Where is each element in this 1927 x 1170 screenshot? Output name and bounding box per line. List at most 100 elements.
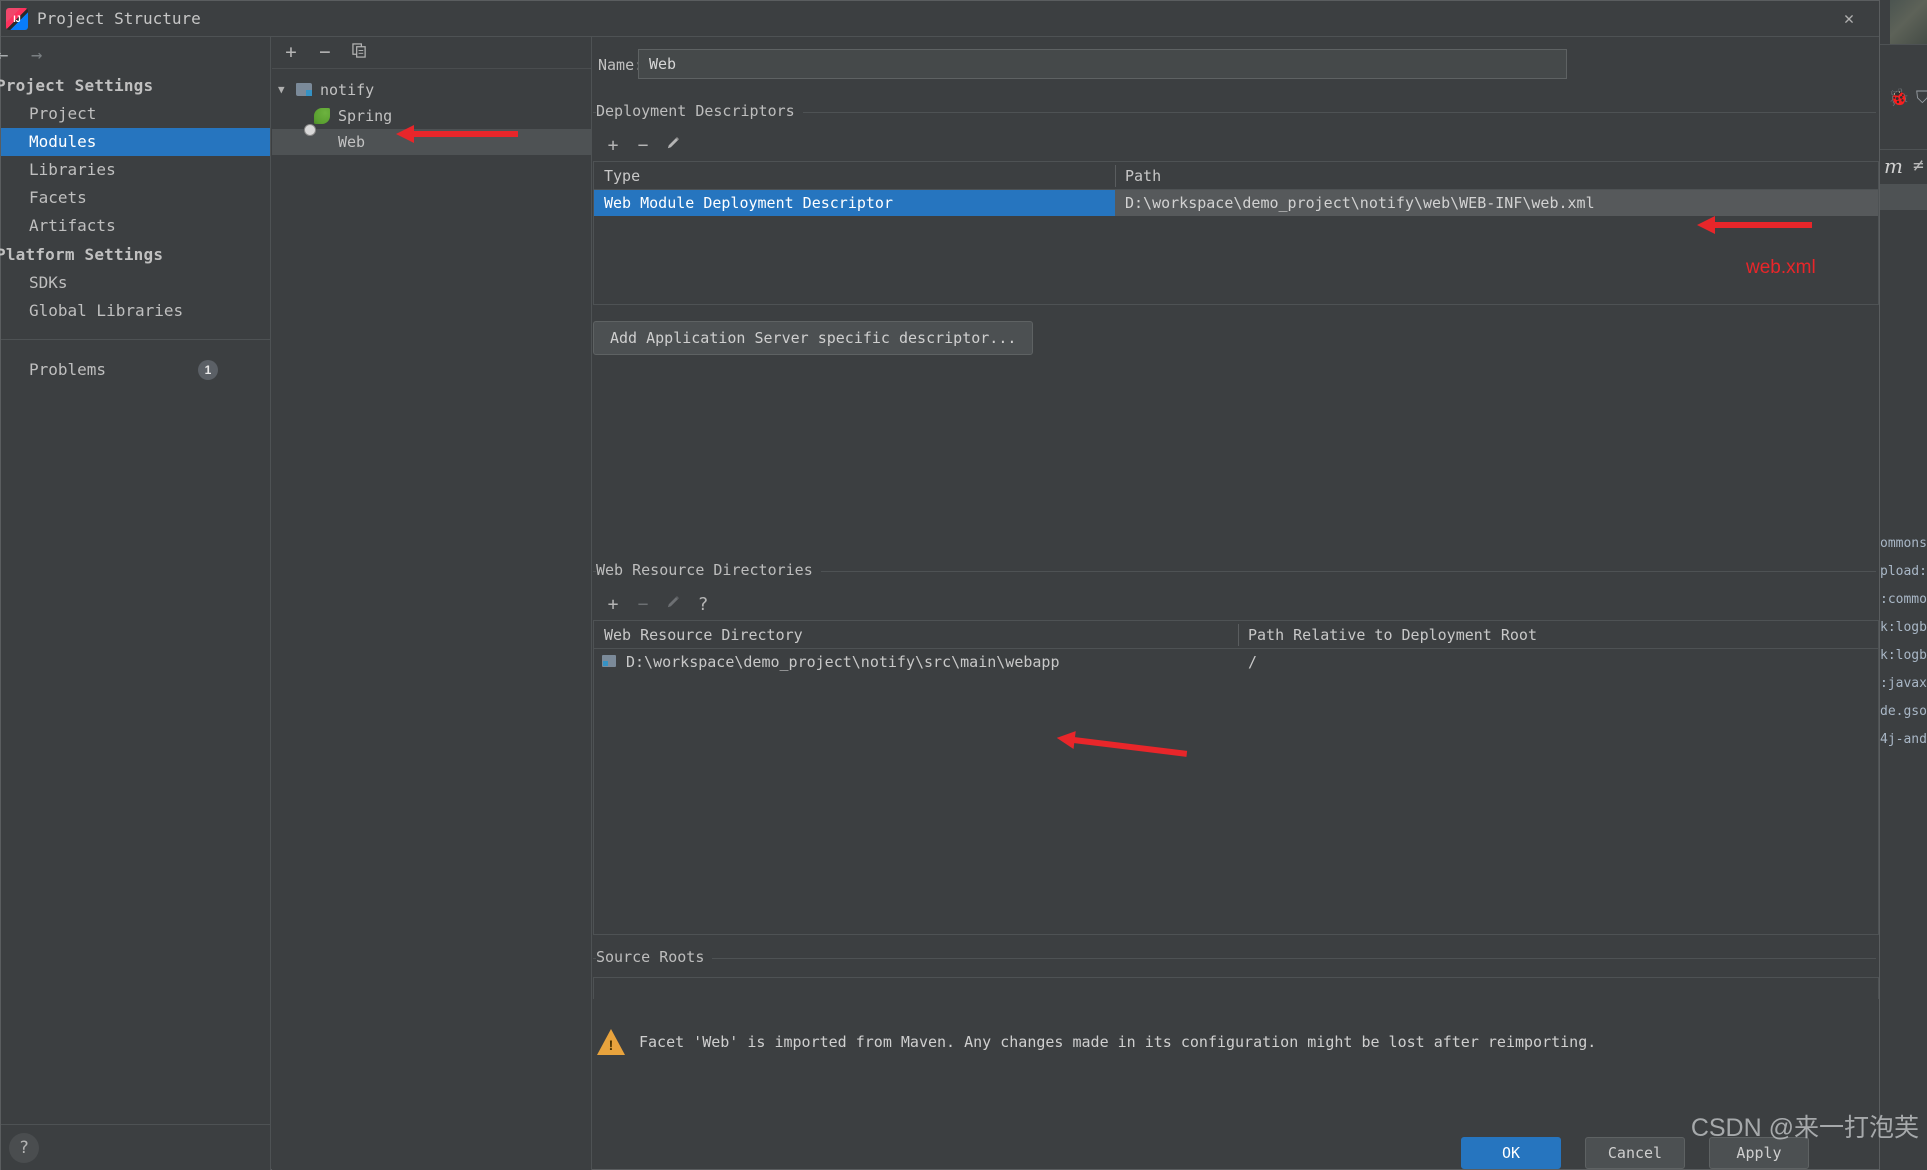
deployment-toolbar: + − [593,131,1879,161]
pencil-icon [667,137,679,149]
library-fragment: de.gso [1880,704,1927,719]
sidebar-item-project[interactable]: Project [1,100,270,128]
library-fragment: ommons- [1880,536,1927,551]
tree-node-spring[interactable]: Spring [272,103,591,129]
section-title: Source Roots [596,948,713,966]
edit-descriptor-button[interactable] [661,134,685,158]
code-fragment-icon: ≠ [1913,155,1924,176]
column-header-relative-path[interactable]: Path Relative to Deployment Root [1238,621,1537,649]
help-button[interactable]: ? [9,1133,39,1163]
column-header-path[interactable]: Path [1115,162,1161,190]
library-fragment: :commo [1880,592,1927,607]
intellij-logo-icon: IJ [6,8,28,30]
ide-selected-row [1880,184,1927,210]
chevron-down-icon[interactable]: ▼ [278,77,285,103]
facet-settings-panel: Name: Deployment Descriptors + − [593,37,1879,1169]
library-fragment: :javax [1880,676,1927,691]
sidebar-item-label: Problems [29,360,107,379]
deployment-descriptors-table: Type Path Web Module Deployment Descript… [593,161,1879,305]
annotation-label-web-xml: web.xml [1746,257,1816,278]
ok-button[interactable]: OK [1461,1137,1561,1169]
module-tree-panel: + − ▼ notify Spring Web [272,37,592,1170]
logo-text: IJ [13,14,21,24]
cell-directory: D:\workspace\demo_project\notify\src\mai… [626,653,1060,671]
cell-relative-path: / [1248,653,1258,671]
ide-secondary-strip [1880,116,1927,150]
deployment-descriptors-section-header: Deployment Descriptors [593,101,1879,123]
pencil-icon [667,596,679,608]
cancel-button[interactable]: Cancel [1585,1137,1685,1169]
remove-module-button[interactable]: − [312,39,338,65]
section-rule [593,958,1876,959]
settings-sidebar: ← → Project Settings Project Modules Lib… [0,37,271,1170]
spring-facet-icon [314,108,330,124]
folder-icon [602,655,616,667]
remove-descriptor-button[interactable]: − [631,134,655,158]
shield-icon[interactable]: ⛉ [1916,88,1927,108]
section-title: Web Resource Directories [596,561,821,579]
sidebar-group-platform-settings: Platform Settings [0,245,164,264]
sidebar-item-problems[interactable]: Problems 1 [1,356,270,384]
ide-library-list: ommons- pload: :commo k:logb k:logb :jav… [1879,530,1927,754]
problems-count-badge: 1 [198,360,218,380]
sidebar-item-modules[interactable]: Modules [1,128,270,156]
copy-module-button[interactable] [346,39,372,65]
cell-type: Web Module Deployment Descriptor [594,190,1115,216]
warning-triangle-icon [597,1029,625,1055]
forward-arrow-icon[interactable]: → [31,44,42,66]
dialog-title: Project Structure [37,9,201,28]
sidebar-divider [1,339,270,340]
name-label: Name: [598,56,644,74]
column-header-type[interactable]: Type [594,162,640,190]
sidebar-group-project-settings: Project Settings [0,76,154,95]
bug-icon[interactable]: 🐞 [1888,88,1909,108]
add-descriptor-button[interactable]: + [601,134,625,158]
module-tree-toolbar: + − [272,37,591,69]
source-roots-section-header: Source Roots [593,947,1879,969]
screen-root: 🐞 ⛉ m ≠ ommons- pload: :commo k:logb k:l… [0,0,1927,1170]
name-input[interactable] [638,49,1567,79]
add-application-server-descriptor-button[interactable]: Add Application Server specific descript… [593,321,1034,355]
section-title: Deployment Descriptors [596,102,803,120]
table-header: Type Path [594,162,1878,190]
back-arrow-icon[interactable]: ← [0,44,8,66]
sidebar-item-global-libraries[interactable]: Global Libraries [1,297,270,325]
sidebar-item-artifacts[interactable]: Artifacts [1,212,270,240]
tree-node-label: notify [320,81,375,99]
table-row[interactable]: D:\workspace\demo_project\notify\src\mai… [594,649,1878,675]
table-row[interactable]: Web Module Deployment Descriptor D:\work… [594,190,1878,216]
sidebar-bottom-divider [1,1124,271,1125]
maven-tool-window-label[interactable]: m [1884,154,1903,178]
cell-path: D:\workspace\demo_project\notify\web\WEB… [1115,190,1878,216]
remove-web-resource-button[interactable]: − [631,593,655,617]
deployment-descriptors-panel: + − Type Path Web Module Deployment Desc… [593,131,1879,355]
help-web-resource-button[interactable]: ? [691,593,715,617]
facet-warning-text: Facet 'Web' is imported from Maven. Any … [639,1033,1597,1051]
close-icon[interactable]: ✕ [1837,7,1861,31]
copy-icon [351,43,366,58]
library-fragment: k:logb [1880,620,1927,635]
add-web-resource-button[interactable]: + [601,593,625,617]
sidebar-item-facets[interactable]: Facets [1,184,270,212]
web-resource-directories-panel: + − ? Web Resource Directory Path Relati… [593,590,1879,935]
add-module-button[interactable]: + [278,39,304,65]
library-fragment: k:logb [1880,648,1927,663]
tree-node-label: Spring [338,107,393,125]
column-header-web-resource-directory[interactable]: Web Resource Directory [594,621,803,649]
ide-toolbar-strip [1880,44,1927,88]
tree-node-notify[interactable]: ▼ notify [272,77,591,103]
edit-web-resource-button[interactable] [661,593,685,617]
source-roots-table [593,977,1879,999]
tree-node-label: Web [338,133,366,151]
web-resource-toolbar: + − ? [593,590,1879,620]
ide-background-image [1890,0,1927,44]
sidebar-item-libraries[interactable]: Libraries [1,156,270,184]
library-fragment: 4j-and [1880,732,1927,747]
project-structure-dialog: IJ Project Structure ✕ ← → Project Setti… [0,0,1880,1170]
library-fragment: pload: [1880,564,1927,579]
web-resource-directories-table: Web Resource Directory Path Relative to … [593,620,1879,935]
sidebar-item-sdks[interactable]: SDKs [1,269,270,297]
navigation-arrows: ← → [0,37,270,71]
table-header: Web Resource Directory Path Relative to … [594,621,1878,649]
dialog-titlebar: IJ Project Structure ✕ [1,1,1879,37]
